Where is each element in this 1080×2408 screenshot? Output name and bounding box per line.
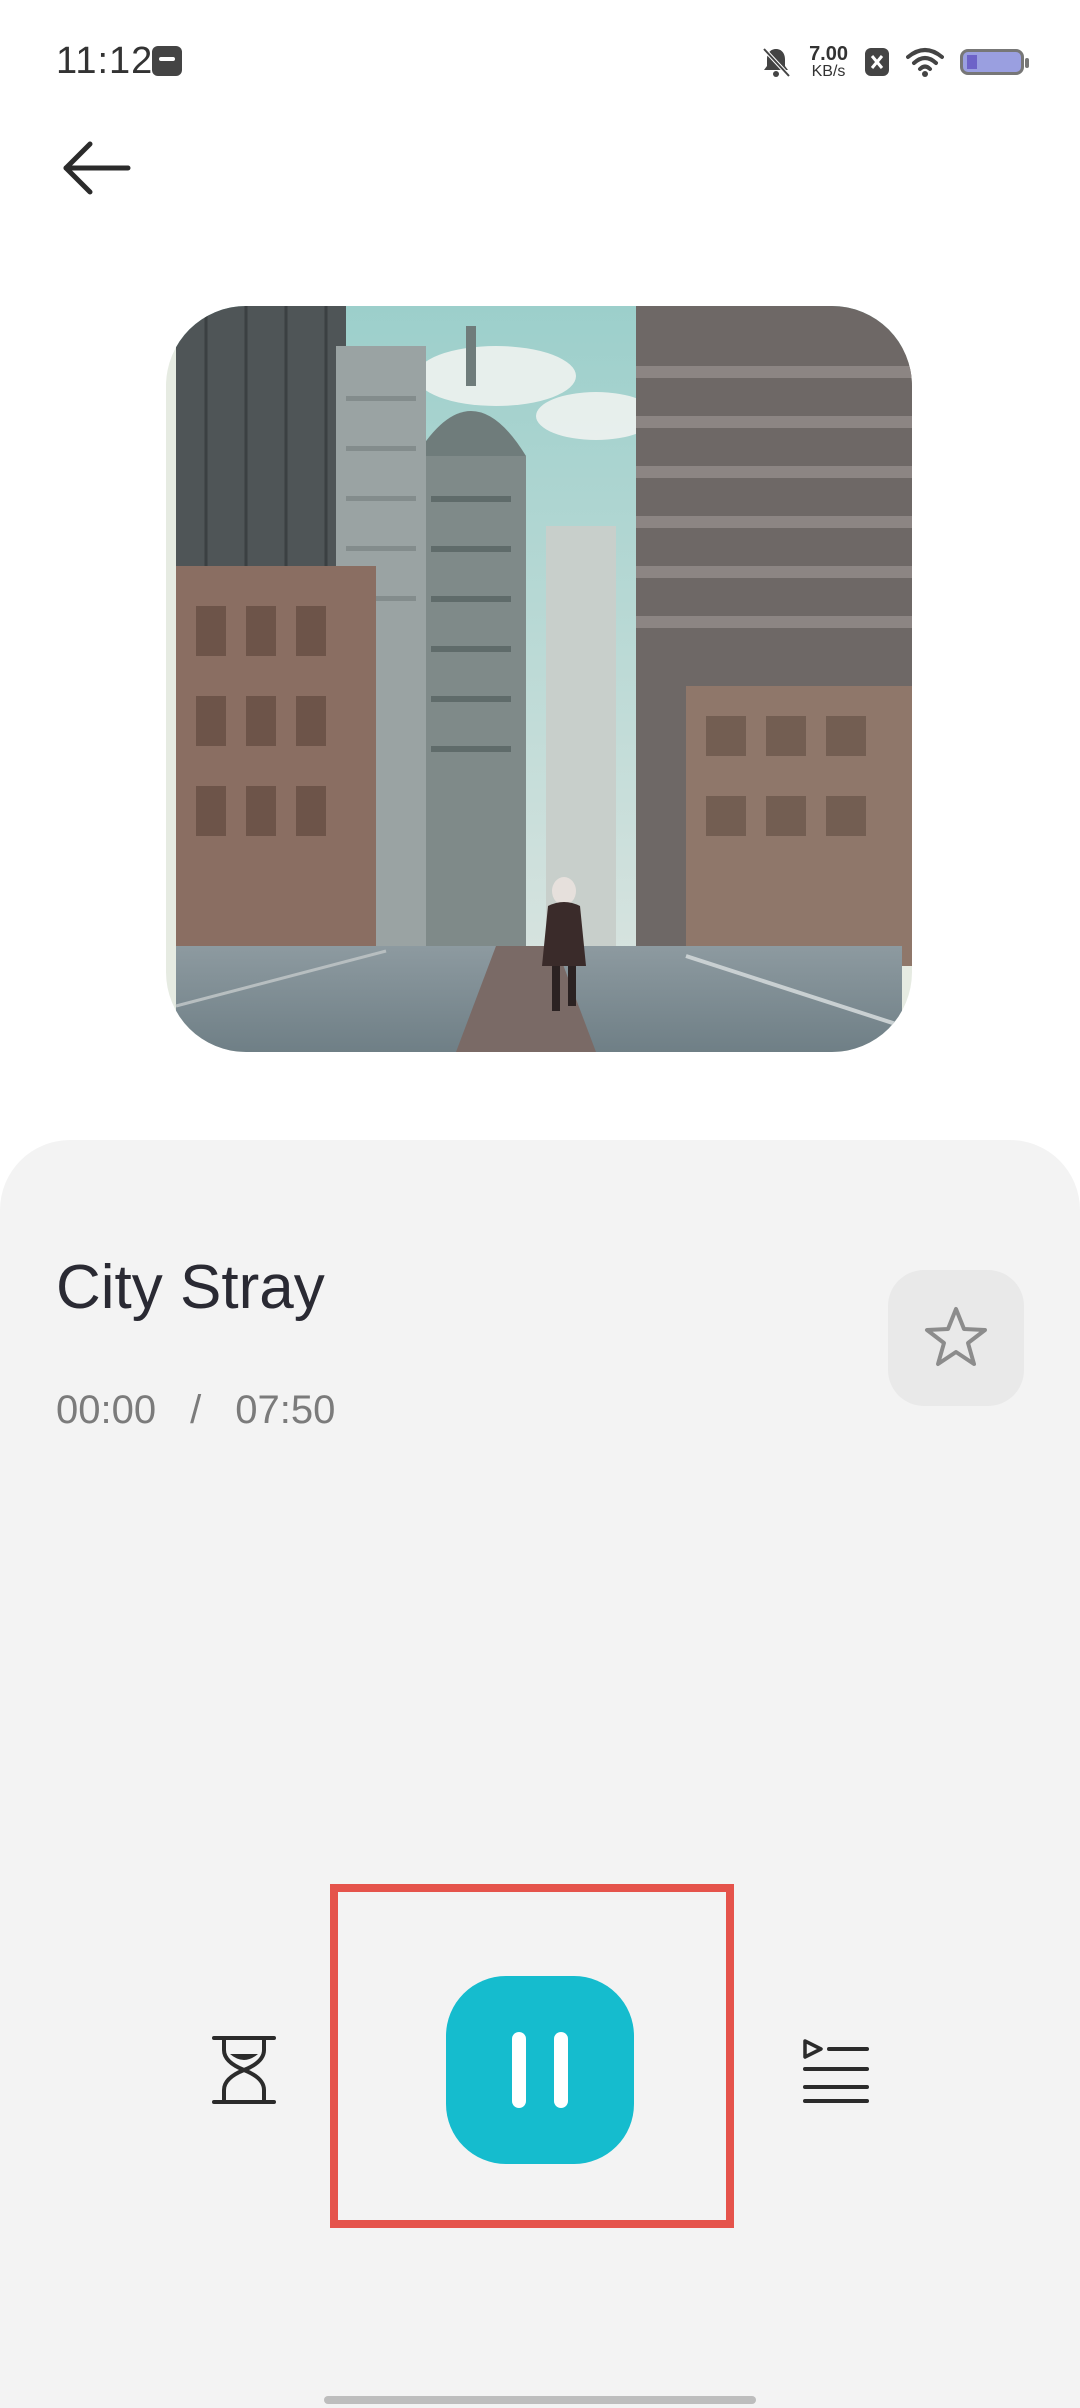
network-speed-value: 7.00 xyxy=(809,43,848,65)
status-bar: 11:12 7.00 KB/s xyxy=(0,0,1080,124)
playback-time: 00:00 / 07:50 xyxy=(56,1388,335,1433)
mute-bell-icon xyxy=(762,47,791,78)
sleep-timer-button[interactable] xyxy=(196,2022,292,2118)
sim-off-icon xyxy=(865,48,889,76)
favorite-button[interactable] xyxy=(888,1270,1024,1406)
time-separator: / xyxy=(190,1388,202,1432)
current-time: 00:00 xyxy=(56,1388,157,1432)
album-art xyxy=(166,306,912,1052)
pause-icon xyxy=(512,2032,526,2108)
player-screen: 11:12 7.00 KB/s City Stray 00:00 / 07:50 xyxy=(0,0,1080,2408)
calendar-app-icon xyxy=(152,46,182,76)
album-art-image xyxy=(166,306,912,1052)
playlist-icon xyxy=(803,2039,869,2103)
home-indicator[interactable] xyxy=(324,2396,756,2404)
star-outline-icon xyxy=(925,1307,987,1366)
track-title: City Stray xyxy=(56,1253,325,1322)
back-button[interactable] xyxy=(50,128,140,208)
wifi-icon xyxy=(906,48,944,77)
hourglass-icon xyxy=(212,2036,276,2104)
battery-icon xyxy=(960,49,1029,75)
pause-button[interactable] xyxy=(446,1976,634,2164)
pause-icon-bar xyxy=(554,2032,568,2108)
network-speed: 7.00 KB/s xyxy=(809,44,848,80)
playlist-button[interactable] xyxy=(788,2022,884,2118)
status-icons: 7.00 KB/s xyxy=(759,40,1029,84)
arrow-left-icon xyxy=(63,141,131,195)
total-time: 07:50 xyxy=(235,1388,336,1432)
network-speed-unit: KB/s xyxy=(811,63,846,80)
status-time: 11:12 xyxy=(56,40,154,82)
